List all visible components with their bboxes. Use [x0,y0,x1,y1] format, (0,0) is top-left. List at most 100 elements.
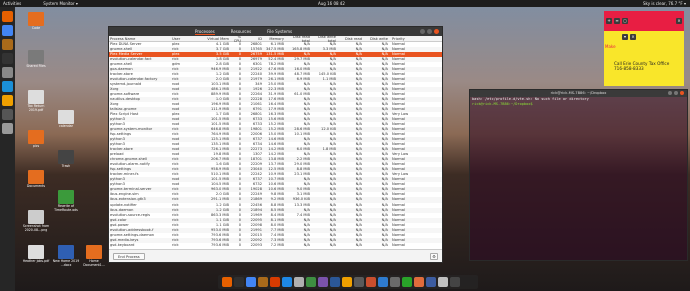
note-menu-icon[interactable]: ▾ [622,34,628,40]
terminal-prompt[interactable]: rick@rick-MS-7B86:~/Dropbox$ [470,102,687,107]
col-disk-read[interactable]: Disk read [336,37,362,41]
desktop-icon[interactable]: Rewrite of TimeRoute.ods [52,190,80,212]
dock-app-icon[interactable] [294,277,304,287]
terminal-window-controls [668,91,684,95]
amazon-icon[interactable] [2,95,13,106]
dock-app-icon[interactable] [414,277,424,287]
terminal-window[interactable]: rick@rick-MS-7B86: ~/Dropbox bash: /etc/… [469,89,688,261]
close-icon[interactable] [680,91,684,95]
sticky-note[interactable]: + ≡ ◻ × ▾ × Make Call Erie County Tax Of… [604,11,684,86]
files-icon[interactable] [2,39,13,50]
activities-button[interactable]: Activities [3,1,21,6]
tab-resources[interactable]: Resources [231,29,251,35]
end-process-button[interactable]: End Process [113,253,145,260]
desktop-icon[interactable]: Shared Files [22,50,50,69]
maximize-icon[interactable] [427,29,432,34]
desktop-icon-label: Documents [26,184,46,188]
desktop-icon[interactable]: Heather jobs.pdf [22,245,50,264]
desktop-icon[interactable]: Screenshot from 2020-08-..png [22,210,50,232]
minimize-icon[interactable] [420,29,425,34]
sticky-header: + ≡ ◻ × [604,11,684,31]
close-icon[interactable] [434,29,439,34]
app-menu[interactable]: System Monitor ▾ [43,1,78,6]
desktop-icon[interactable]: Tax Return 2019.pdf [22,90,50,112]
note-close-icon[interactable]: × [630,34,636,40]
desktop-icon[interactable]: New Home 2019 ...docx [52,245,80,267]
add-note-icon[interactable]: + [606,18,612,24]
firefox-icon[interactable] [2,11,13,22]
col-id[interactable]: ID [241,37,262,41]
gear-icon[interactable] [2,67,13,78]
cell-priority: Normal [392,242,406,247]
col-priority[interactable]: Priority [388,37,418,41]
col-user[interactable]: User [171,37,198,41]
file-icon [58,245,74,259]
calendar-icon[interactable] [2,81,13,92]
sysmon-window-controls [420,29,439,34]
desktop-icon-label: Heather jobs.pdf [22,259,50,263]
sysmon-titlebar[interactable]: Processes Resources File Systems [109,27,442,36]
close-icon[interactable]: × [676,18,682,24]
dock-app-icon[interactable] [222,277,232,287]
trash-icon[interactable] [2,123,13,134]
table-row[interactable]: gsd-keyboard rick 793.6 MiB 0 22093 7.2 MiB N/… [109,243,442,248]
dock-app-icon[interactable] [450,277,460,287]
col-disk-write[interactable]: Disk write [362,37,388,41]
file-icon [58,190,74,204]
col-virtual-mem[interactable]: Virtual Mem [198,37,229,41]
dock-app-icon[interactable] [330,277,340,287]
software-icon[interactable] [2,109,13,120]
dock-app-icon[interactable] [402,277,412,287]
lock-icon[interactable]: ◻ [622,18,628,24]
cell-disk-write: N/A [381,242,388,247]
dock-app-icon[interactable] [426,277,436,287]
file-icon [28,50,44,64]
desktop-icon-label: Rewrite of TimeRoute.ods [54,204,78,212]
dock-app-icon[interactable] [438,277,448,287]
file-icon [86,245,102,259]
desktop-icon[interactable]: calendar [52,110,80,129]
file-icon [28,170,44,184]
weather-indicator[interactable]: Sky is clear, 76.7 °F ▾ [643,1,686,6]
dock-app-icon[interactable] [390,277,400,287]
sticky-make-text: Make [605,44,616,49]
sticky-line-2: 716-858-8333 [614,66,644,71]
desktop-icon[interactable]: Code [22,12,50,31]
chrome-icon[interactable] [2,25,13,36]
dock-app-icon[interactable] [354,277,364,287]
clock[interactable]: Aug 16 08 42 [318,1,345,6]
dock-app-icon[interactable] [270,277,280,287]
weather-text: Sky is clear, 76.7 °F [642,1,683,6]
dock-app-icon[interactable] [306,277,316,287]
dock-app-icon[interactable] [378,277,388,287]
tab-processes[interactable]: Processes [195,29,215,35]
cell-disk-read: N/A [355,242,362,247]
dock-app-icon[interactable] [258,277,268,287]
minimize-icon[interactable] [668,91,672,95]
terminal-icon[interactable] [2,53,13,64]
dock-app-icon[interactable] [366,277,376,287]
col-process-name[interactable]: Process Name [109,37,171,41]
cell-id: 22093 [250,242,262,247]
bottom-dock [218,275,478,289]
dock-app-icon[interactable] [234,277,244,287]
desktop-icon[interactable]: pics [22,130,50,149]
desktop-icon[interactable]: Trash [52,150,80,169]
sysmon-footer: End Process ⚙ [109,249,442,262]
gear-icon[interactable]: ⚙ [430,253,438,260]
dock-app-icon[interactable] [246,277,256,287]
maximize-icon[interactable] [674,91,678,95]
col-memory[interactable]: Memory [262,37,284,41]
menu-icon[interactable]: ≡ [614,18,620,24]
desktop-icon-label: Trash [61,164,71,168]
tab-file-systems[interactable]: File Systems [267,29,292,35]
terminal-titlebar[interactable]: rick@rick-MS-7B86: ~/Dropbox [470,90,687,97]
file-icon [58,110,74,124]
desktop-icon[interactable]: Documents [22,170,50,189]
desktop-icon-label: Screenshot from 2020-08-..png [22,224,50,232]
dock-app-icon[interactable] [282,277,292,287]
dock-app-icon[interactable] [318,277,328,287]
dock-app-icon[interactable] [342,277,352,287]
desktop-icon[interactable]: Home Document1... [80,245,108,267]
system-menu-icon[interactable]: ▾ [684,1,686,6]
